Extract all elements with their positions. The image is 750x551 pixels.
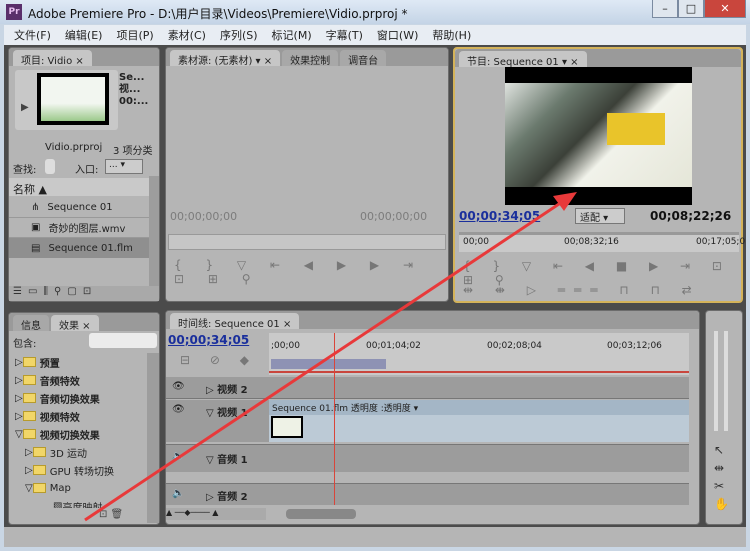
annotation-arrow [84, 192, 577, 522]
arrow-head [553, 192, 577, 211]
arrow-line [84, 198, 566, 522]
